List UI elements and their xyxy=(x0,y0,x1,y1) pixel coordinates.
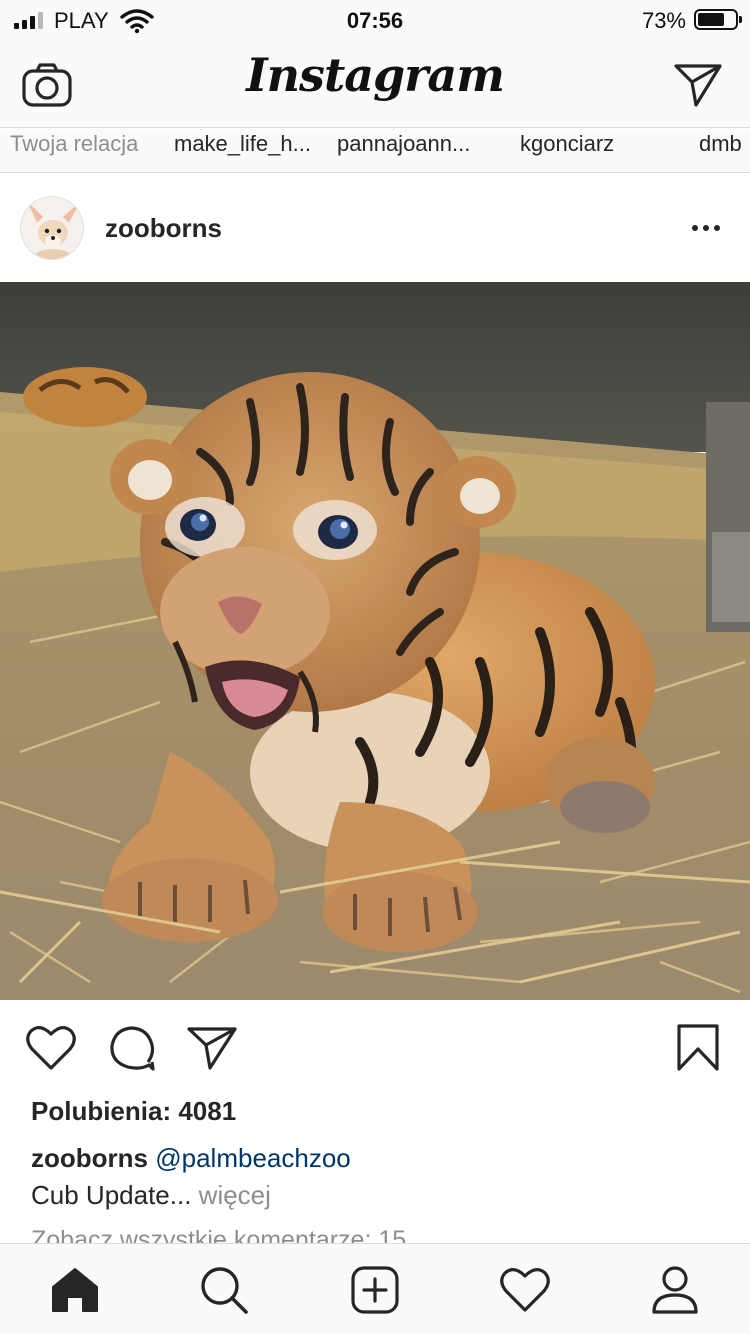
tiger-cub-image xyxy=(0,282,750,1000)
instagram-logo: Instagram xyxy=(246,48,505,102)
tab-new-post[interactable] xyxy=(347,1262,403,1318)
tab-activity[interactable] xyxy=(497,1262,553,1318)
post-header: zooborns xyxy=(0,174,750,282)
direct-messages-button[interactable] xyxy=(672,60,724,110)
bottom-tab-bar xyxy=(0,1243,750,1334)
battery-nub xyxy=(739,16,742,23)
comment-icon xyxy=(110,1026,155,1071)
tab-search[interactable] xyxy=(196,1262,252,1318)
clock: 07:56 xyxy=(346,8,404,33)
share-button[interactable] xyxy=(186,1022,238,1074)
caption-more-link[interactable]: więcej xyxy=(199,1180,271,1210)
battery-icon xyxy=(694,9,742,30)
search-icon xyxy=(201,1267,248,1314)
paper-plane-icon xyxy=(187,1027,237,1070)
save-button[interactable] xyxy=(672,1022,724,1074)
ellipsis-icon xyxy=(703,225,709,231)
bookmark-icon xyxy=(677,1024,719,1071)
tab-profile[interactable] xyxy=(647,1262,703,1318)
caption-text: Cub Update... xyxy=(31,1180,192,1210)
post-options-button[interactable] xyxy=(686,214,726,242)
likes-count[interactable]: Polubienia: 4081 xyxy=(31,1096,236,1127)
home-icon xyxy=(52,1268,98,1312)
caption-body: Cub Update... więcej xyxy=(31,1180,271,1211)
paper-plane-icon xyxy=(674,64,722,107)
battery-fill xyxy=(698,13,724,26)
ellipsis-icon xyxy=(692,225,698,231)
post-actions xyxy=(0,1000,750,1092)
post-image[interactable] xyxy=(0,282,750,1000)
ellipsis-icon xyxy=(714,225,720,231)
battery-percent: 73% xyxy=(641,8,686,33)
caption-mention[interactable]: @palmbeachzoo xyxy=(155,1143,351,1173)
story-item[interactable]: make_life_h... xyxy=(174,131,311,157)
heart-icon xyxy=(26,1026,76,1070)
caption: zooborns @palmbeachzoo xyxy=(31,1143,351,1174)
caption-username[interactable]: zooborns xyxy=(31,1143,148,1173)
add-post-icon xyxy=(351,1266,399,1314)
tab-home[interactable] xyxy=(47,1262,103,1318)
avatar[interactable] xyxy=(20,196,84,260)
story-your-story[interactable]: Twoja relacja xyxy=(10,131,138,157)
comment-button[interactable] xyxy=(106,1022,158,1074)
story-item[interactable]: kgonciarz xyxy=(520,131,614,157)
profile-icon xyxy=(652,1266,698,1314)
status-bar: PLAY 07:56 73% xyxy=(0,0,750,42)
fennec-fox-avatar xyxy=(21,197,83,259)
story-item[interactable]: dmb xyxy=(699,131,742,157)
post-username[interactable]: zooborns xyxy=(105,213,222,244)
stories-tray[interactable]: Twoja relacja make_life_h... pannajoann.… xyxy=(0,129,750,173)
activity-heart-icon xyxy=(500,1268,550,1312)
like-button[interactable] xyxy=(25,1022,77,1074)
app-header: Instagram xyxy=(0,42,750,128)
story-item[interactable]: pannajoann... xyxy=(337,131,470,157)
